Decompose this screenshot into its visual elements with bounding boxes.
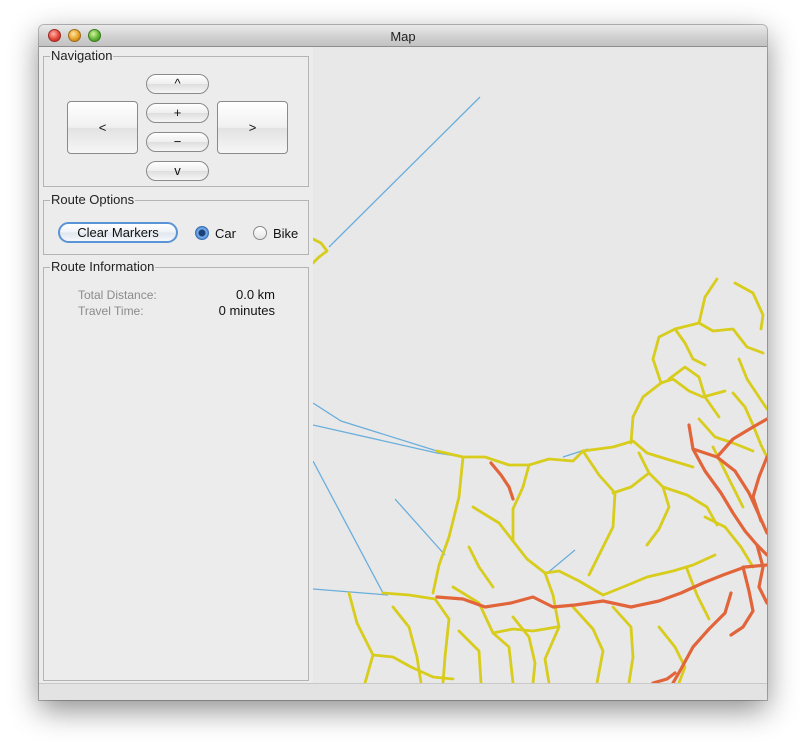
water-lines (312, 96, 589, 596)
zoom-in-button[interactable]: + (146, 103, 209, 123)
route-information-group-label: Route Information (50, 259, 156, 274)
bike-radio-label[interactable]: Bike (273, 226, 298, 241)
total-distance-label: Total Distance: (78, 288, 157, 302)
pan-left-button[interactable]: < (67, 101, 138, 154)
route-options-group-label: Route Options (50, 192, 136, 207)
map-window: Map Navigation ^ + − v < > Route Options… (39, 25, 767, 700)
navigation-group: Navigation ^ + − v < > (43, 48, 309, 187)
road-network (311, 96, 767, 685)
window-title: Map (390, 29, 416, 44)
route-options-group: Route Options Clear Markers Car Bike (43, 192, 309, 255)
car-radio-label[interactable]: Car (215, 226, 236, 241)
clear-markers-button[interactable]: Clear Markers (58, 222, 178, 243)
map-canvas[interactable] (311, 47, 767, 685)
pan-down-button[interactable]: v (146, 161, 209, 181)
total-distance-value: 0.0 km (235, 287, 275, 302)
car-radio[interactable] (195, 226, 209, 240)
pan-right-button[interactable]: > (217, 101, 288, 154)
status-bar (39, 683, 767, 700)
navigation-group-label: Navigation (50, 48, 114, 63)
travel-time-label: Travel Time: (78, 304, 144, 318)
zoom-out-button[interactable]: − (146, 132, 209, 152)
pan-up-button[interactable]: ^ (146, 74, 209, 94)
route-information-group: Route Information Total Distance: 0.0 km… (43, 259, 309, 681)
bike-radio[interactable] (253, 226, 267, 240)
control-panel: Navigation ^ + − v < > Route Options Cle… (41, 47, 311, 683)
title-bar[interactable]: Map (39, 25, 767, 47)
travel-time-value: 0 minutes (218, 303, 275, 318)
